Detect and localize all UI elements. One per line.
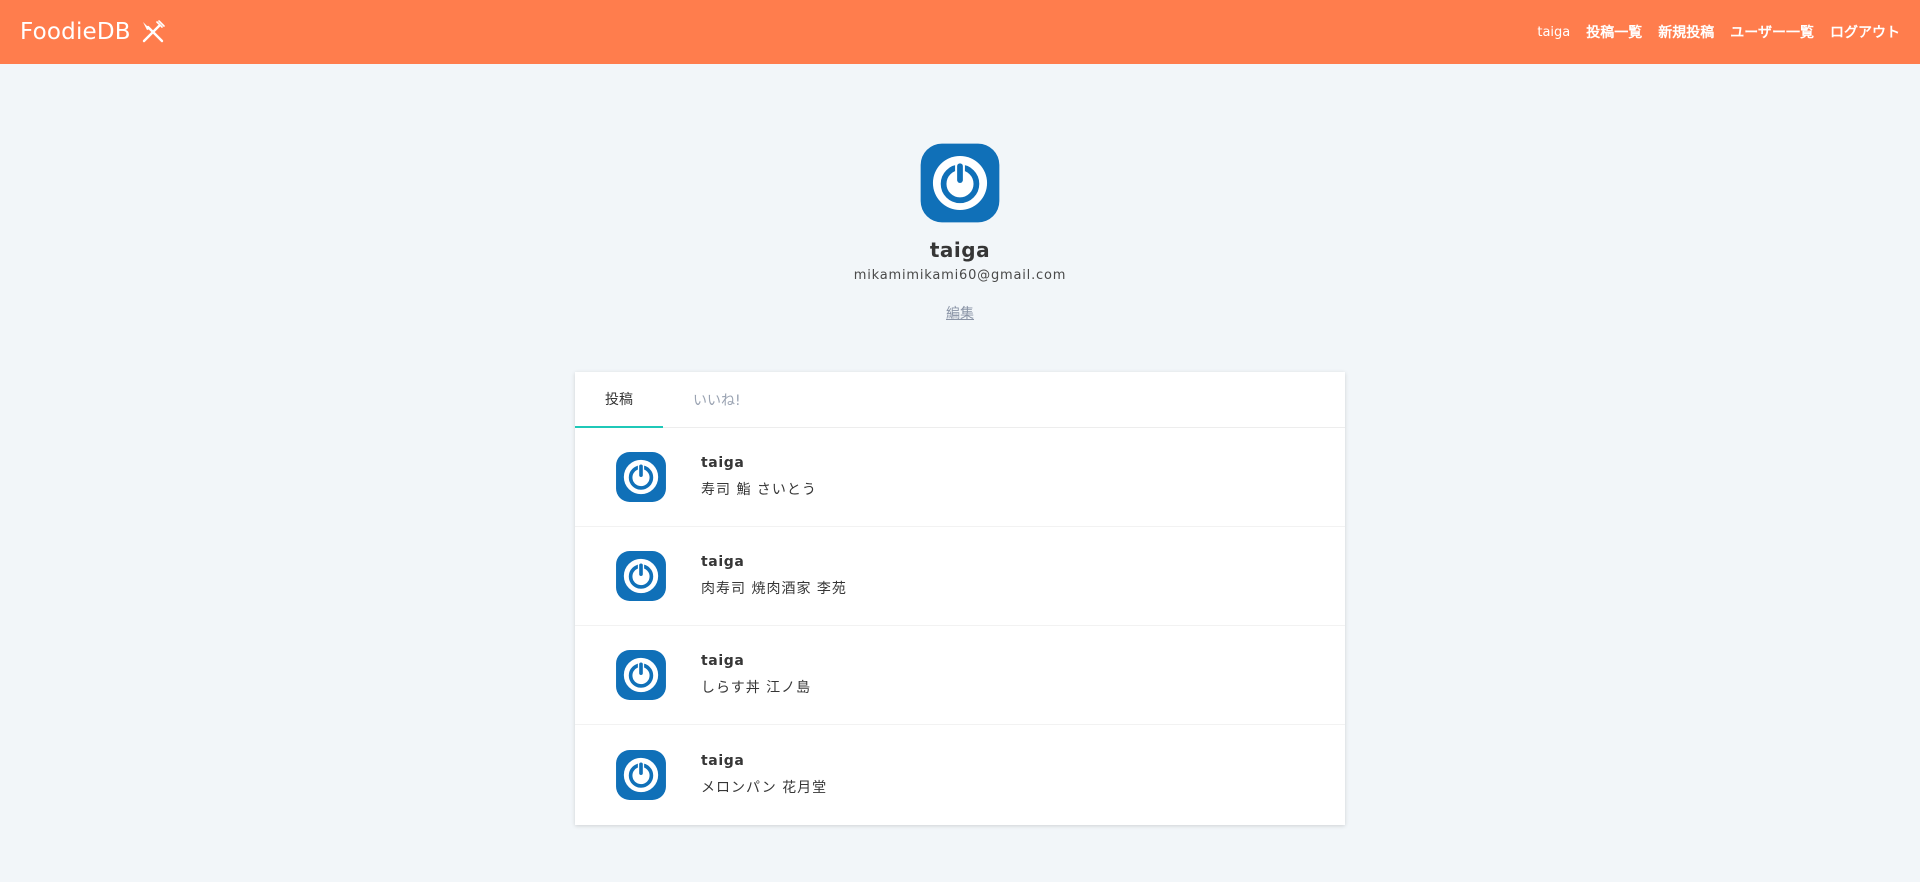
power-button-avatar-icon (615, 649, 667, 701)
list-item[interactable]: taiga メロンパン 花月堂 (575, 725, 1345, 824)
brand-name: FoodieDB (20, 19, 131, 45)
post-user: taiga (701, 554, 745, 570)
power-button-avatar-icon (615, 749, 667, 801)
tab-likes[interactable]: いいね! (663, 372, 771, 427)
post-title: メロンパン 花月堂 (701, 779, 828, 796)
post-user: taiga (701, 752, 745, 769)
edit-profile-link[interactable]: 編集 (946, 303, 974, 323)
posts-card: 投稿 いいね! taiga 寿司 鮨 さいとう taiga 肉寿司 焼肉酒家 李… (575, 372, 1345, 825)
fork-knife-icon (142, 20, 165, 43)
profile-section: taiga mikamimikami60@gmail.com 編集 (0, 142, 1920, 323)
nav-user-list[interactable]: ユーザー一覧 (1730, 22, 1814, 42)
nav-user-taiga[interactable]: taiga (1537, 25, 1570, 40)
navbar: FoodieDB taiga 投稿一覧 新規投稿 ユーザー一覧 ログアウト (0, 0, 1920, 64)
post-user: taiga (701, 653, 745, 669)
power-button-avatar-icon (615, 550, 667, 602)
nav-post-list[interactable]: 投稿一覧 (1586, 22, 1642, 42)
list-item[interactable]: taiga 肉寿司 焼肉酒家 李苑 (575, 527, 1345, 626)
profile-name: taiga (929, 238, 991, 262)
post-title: しらす丼 江ノ島 (701, 680, 812, 696)
tabs: 投稿 いいね! (575, 372, 1345, 428)
brand-link[interactable]: FoodieDB (20, 18, 167, 46)
post-list: taiga 寿司 鮨 さいとう taiga 肉寿司 焼肉酒家 李苑 taiga … (575, 428, 1345, 824)
list-item[interactable]: taiga 寿司 鮨 さいとう (575, 428, 1345, 527)
post-user: taiga (701, 455, 745, 471)
nav-logout[interactable]: ログアウト (1830, 22, 1900, 42)
power-button-avatar-icon (919, 142, 1001, 224)
post-title: 寿司 鮨 さいとう (701, 482, 817, 498)
profile-email: mikamimikami60@gmail.com (853, 268, 1067, 283)
post-title: 肉寿司 焼肉酒家 李苑 (701, 581, 847, 597)
nav-new-post[interactable]: 新規投稿 (1658, 22, 1714, 42)
list-item[interactable]: taiga しらす丼 江ノ島 (575, 626, 1345, 725)
tab-posts[interactable]: 投稿 (575, 372, 663, 428)
power-button-avatar-icon (615, 451, 667, 503)
nav-links: taiga 投稿一覧 新規投稿 ユーザー一覧 ログアウト (1521, 22, 1900, 42)
